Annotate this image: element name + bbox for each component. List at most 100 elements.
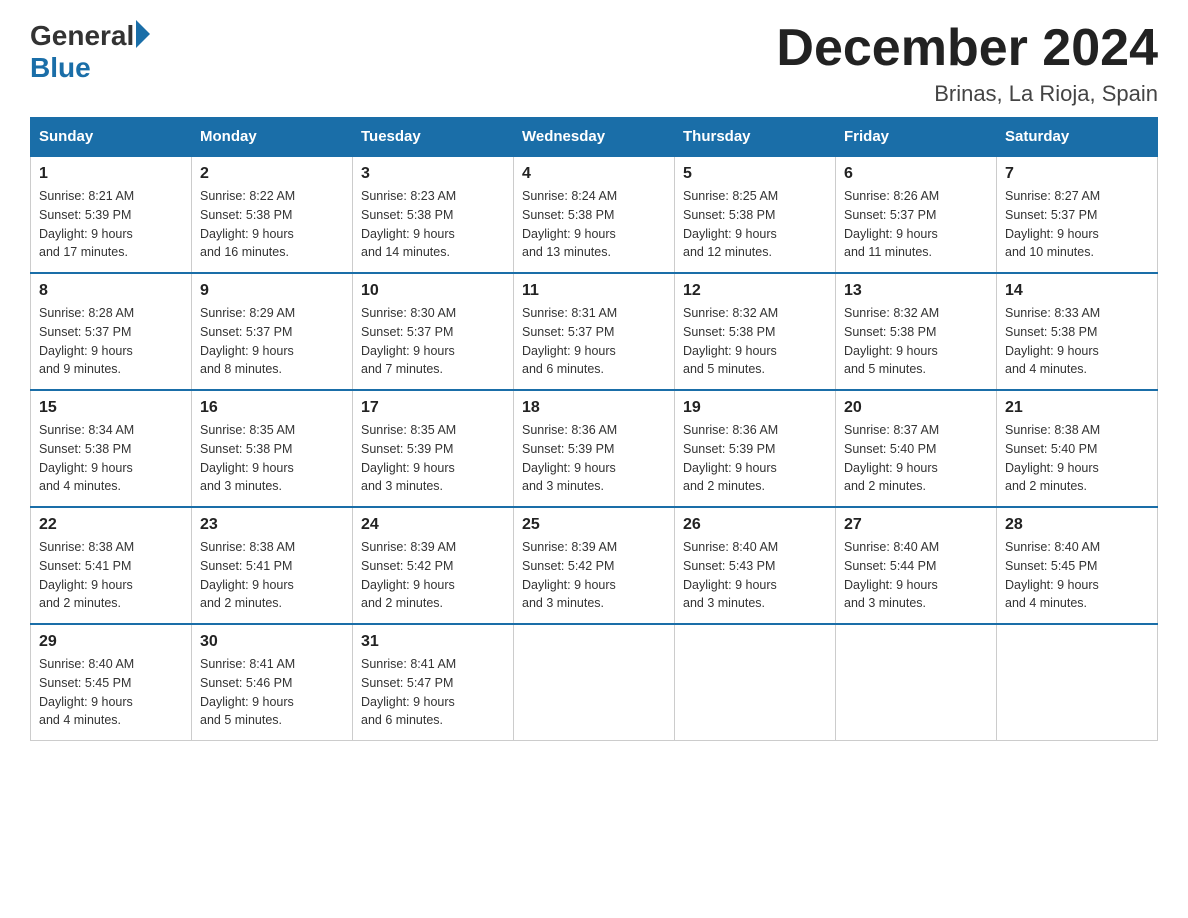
day-info: Sunrise: 8:22 AMSunset: 5:38 PMDaylight:… <box>200 187 344 262</box>
day-number: 16 <box>200 399 344 417</box>
calendar-cell: 6 Sunrise: 8:26 AMSunset: 5:37 PMDaylight… <box>836 156 997 273</box>
day-number: 22 <box>39 516 183 534</box>
calendar-cell: 20 Sunrise: 8:37 AMSunset: 5:40 PMDayligh… <box>836 390 997 507</box>
column-header-tuesday: Tuesday <box>353 118 514 157</box>
day-info: Sunrise: 8:35 AMSunset: 5:39 PMDaylight:… <box>361 421 505 496</box>
calendar-cell: 11 Sunrise: 8:31 AMSunset: 5:37 PMDayligh… <box>514 273 675 390</box>
day-number: 7 <box>1005 165 1149 183</box>
calendar-table: SundayMondayTuesdayWednesdayThursdayFrid… <box>30 117 1158 741</box>
calendar-cell: 23 Sunrise: 8:38 AMSunset: 5:41 PMDayligh… <box>192 507 353 624</box>
day-number: 28 <box>1005 516 1149 534</box>
day-info: Sunrise: 8:26 AMSunset: 5:37 PMDaylight:… <box>844 187 988 262</box>
location-title: Brinas, La Rioja, Spain <box>776 81 1158 107</box>
day-info: Sunrise: 8:39 AMSunset: 5:42 PMDaylight:… <box>522 538 666 613</box>
day-info: Sunrise: 8:33 AMSunset: 5:38 PMDaylight:… <box>1005 304 1149 379</box>
day-info: Sunrise: 8:40 AMSunset: 5:45 PMDaylight:… <box>39 655 183 730</box>
calendar-cell: 13 Sunrise: 8:32 AMSunset: 5:38 PMDayligh… <box>836 273 997 390</box>
calendar-cell <box>836 624 997 741</box>
logo-arrow-icon <box>136 20 150 48</box>
day-number: 23 <box>200 516 344 534</box>
column-header-wednesday: Wednesday <box>514 118 675 157</box>
day-info: Sunrise: 8:24 AMSunset: 5:38 PMDaylight:… <box>522 187 666 262</box>
logo-blue-text: Blue <box>30 52 91 84</box>
day-number: 6 <box>844 165 988 183</box>
day-number: 8 <box>39 282 183 300</box>
calendar-cell: 7 Sunrise: 8:27 AMSunset: 5:37 PMDaylight… <box>997 156 1158 273</box>
calendar-cell: 4 Sunrise: 8:24 AMSunset: 5:38 PMDaylight… <box>514 156 675 273</box>
day-info: Sunrise: 8:35 AMSunset: 5:38 PMDaylight:… <box>200 421 344 496</box>
calendar-cell: 24 Sunrise: 8:39 AMSunset: 5:42 PMDayligh… <box>353 507 514 624</box>
day-number: 29 <box>39 633 183 651</box>
day-info: Sunrise: 8:38 AMSunset: 5:41 PMDaylight:… <box>200 538 344 613</box>
calendar-cell: 26Sunrise: 8:40 AMSunset: 5:43 PMDayligh… <box>675 507 836 624</box>
day-number: 15 <box>39 399 183 417</box>
calendar-cell: 12Sunrise: 8:32 AMSunset: 5:38 PMDayligh… <box>675 273 836 390</box>
calendar-cell: 31Sunrise: 8:41 AMSunset: 5:47 PMDayligh… <box>353 624 514 741</box>
calendar-week-row: 29 Sunrise: 8:40 AMSunset: 5:45 PMDayligh… <box>31 624 1158 741</box>
day-number: 4 <box>522 165 666 183</box>
day-number: 13 <box>844 282 988 300</box>
page-header: General Blue December 2024 Brinas, La Ri… <box>30 20 1158 107</box>
calendar-cell: 5Sunrise: 8:25 AMSunset: 5:38 PMDaylight… <box>675 156 836 273</box>
calendar-cell: 3Sunrise: 8:23 AMSunset: 5:38 PMDaylight… <box>353 156 514 273</box>
logo-general-text: General <box>30 20 134 52</box>
calendar-cell: 27 Sunrise: 8:40 AMSunset: 5:44 PMDayligh… <box>836 507 997 624</box>
calendar-cell: 16 Sunrise: 8:35 AMSunset: 5:38 PMDayligh… <box>192 390 353 507</box>
day-info: Sunrise: 8:36 AMSunset: 5:39 PMDaylight:… <box>683 421 827 496</box>
day-info: Sunrise: 8:36 AMSunset: 5:39 PMDaylight:… <box>522 421 666 496</box>
day-info: Sunrise: 8:38 AMSunset: 5:41 PMDaylight:… <box>39 538 183 613</box>
column-header-sunday: Sunday <box>31 118 192 157</box>
title-block: December 2024 Brinas, La Rioja, Spain <box>776 20 1158 107</box>
day-info: Sunrise: 8:27 AMSunset: 5:37 PMDaylight:… <box>1005 187 1149 262</box>
day-number: 9 <box>200 282 344 300</box>
day-number: 2 <box>200 165 344 183</box>
logo: General Blue <box>30 20 150 84</box>
day-number: 5 <box>683 165 827 183</box>
day-info: Sunrise: 8:37 AMSunset: 5:40 PMDaylight:… <box>844 421 988 496</box>
day-number: 31 <box>361 633 505 651</box>
calendar-week-row: 22 Sunrise: 8:38 AMSunset: 5:41 PMDayligh… <box>31 507 1158 624</box>
calendar-week-row: 1Sunrise: 8:21 AMSunset: 5:39 PMDaylight… <box>31 156 1158 273</box>
calendar-cell: 18 Sunrise: 8:36 AMSunset: 5:39 PMDayligh… <box>514 390 675 507</box>
calendar-cell: 14Sunrise: 8:33 AMSunset: 5:38 PMDayligh… <box>997 273 1158 390</box>
calendar-week-row: 8 Sunrise: 8:28 AMSunset: 5:37 PMDaylight… <box>31 273 1158 390</box>
day-number: 27 <box>844 516 988 534</box>
calendar-cell <box>514 624 675 741</box>
day-number: 17 <box>361 399 505 417</box>
day-number: 3 <box>361 165 505 183</box>
calendar-cell: 15Sunrise: 8:34 AMSunset: 5:38 PMDayligh… <box>31 390 192 507</box>
day-info: Sunrise: 8:32 AMSunset: 5:38 PMDaylight:… <box>844 304 988 379</box>
day-number: 19 <box>683 399 827 417</box>
calendar-cell: 29 Sunrise: 8:40 AMSunset: 5:45 PMDayligh… <box>31 624 192 741</box>
calendar-cell: 22 Sunrise: 8:38 AMSunset: 5:41 PMDayligh… <box>31 507 192 624</box>
day-number: 18 <box>522 399 666 417</box>
calendar-cell: 2 Sunrise: 8:22 AMSunset: 5:38 PMDaylight… <box>192 156 353 273</box>
calendar-week-row: 15Sunrise: 8:34 AMSunset: 5:38 PMDayligh… <box>31 390 1158 507</box>
calendar-cell: 21Sunrise: 8:38 AMSunset: 5:40 PMDayligh… <box>997 390 1158 507</box>
day-number: 10 <box>361 282 505 300</box>
calendar-cell: 8 Sunrise: 8:28 AMSunset: 5:37 PMDaylight… <box>31 273 192 390</box>
day-info: Sunrise: 8:40 AMSunset: 5:44 PMDaylight:… <box>844 538 988 613</box>
day-info: Sunrise: 8:29 AMSunset: 5:37 PMDaylight:… <box>200 304 344 379</box>
day-info: Sunrise: 8:38 AMSunset: 5:40 PMDaylight:… <box>1005 421 1149 496</box>
calendar-cell: 19 Sunrise: 8:36 AMSunset: 5:39 PMDayligh… <box>675 390 836 507</box>
calendar-cell: 1Sunrise: 8:21 AMSunset: 5:39 PMDaylight… <box>31 156 192 273</box>
day-info: Sunrise: 8:31 AMSunset: 5:37 PMDaylight:… <box>522 304 666 379</box>
day-info: Sunrise: 8:41 AMSunset: 5:46 PMDaylight:… <box>200 655 344 730</box>
day-number: 11 <box>522 282 666 300</box>
day-info: Sunrise: 8:39 AMSunset: 5:42 PMDaylight:… <box>361 538 505 613</box>
column-header-monday: Monday <box>192 118 353 157</box>
day-number: 24 <box>361 516 505 534</box>
calendar-cell: 10Sunrise: 8:30 AMSunset: 5:37 PMDayligh… <box>353 273 514 390</box>
day-info: Sunrise: 8:28 AMSunset: 5:37 PMDaylight:… <box>39 304 183 379</box>
calendar-cell <box>997 624 1158 741</box>
column-header-friday: Friday <box>836 118 997 157</box>
calendar-cell: 28 Sunrise: 8:40 AMSunset: 5:45 PMDayligh… <box>997 507 1158 624</box>
day-number: 30 <box>200 633 344 651</box>
day-info: Sunrise: 8:32 AMSunset: 5:38 PMDaylight:… <box>683 304 827 379</box>
calendar-header-row: SundayMondayTuesdayWednesdayThursdayFrid… <box>31 118 1158 157</box>
day-number: 20 <box>844 399 988 417</box>
day-number: 1 <box>39 165 183 183</box>
day-info: Sunrise: 8:40 AMSunset: 5:45 PMDaylight:… <box>1005 538 1149 613</box>
day-number: 26 <box>683 516 827 534</box>
